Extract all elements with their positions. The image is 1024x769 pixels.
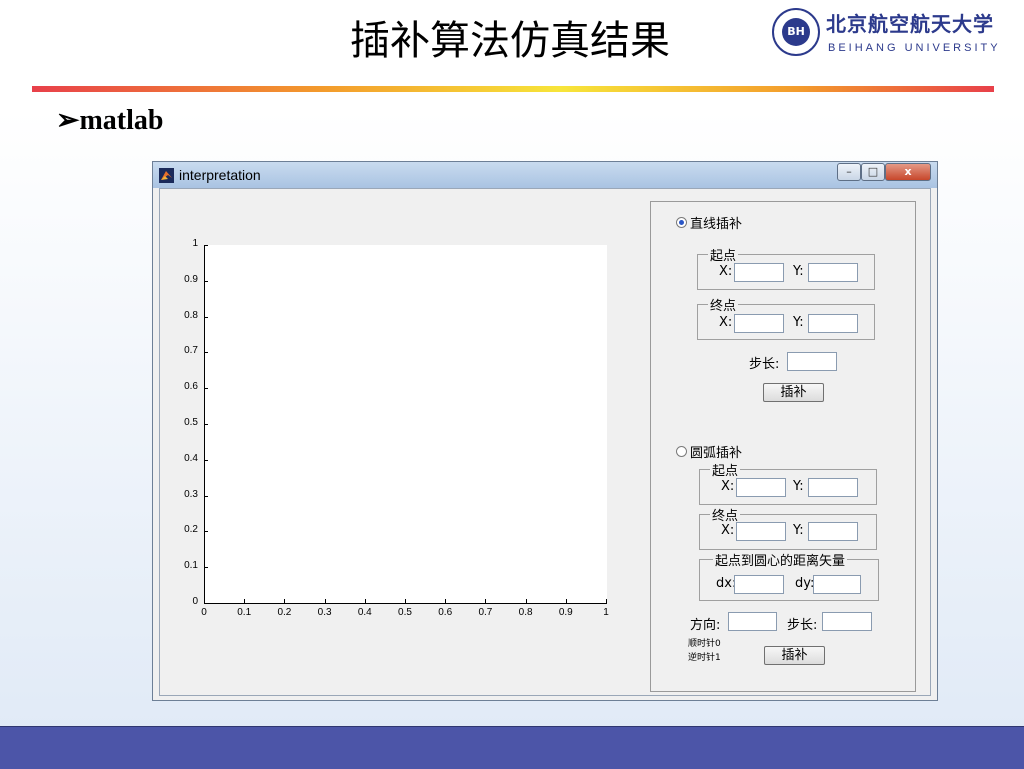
x-tick-label: 0.9 [558, 607, 573, 618]
y-tick-mark [204, 245, 208, 246]
arc-start-x-input[interactable] [736, 478, 786, 497]
line-interpolate-button[interactable]: 插补 [763, 383, 824, 402]
arc-end-x-input[interactable] [736, 522, 786, 541]
line-start-y-label: Y: [793, 264, 804, 279]
x-tick-mark [565, 599, 567, 603]
x-tick-mark [284, 599, 286, 603]
y-tick-label: 0.7 [184, 345, 198, 357]
arc-end-y-input[interactable] [808, 522, 858, 541]
arc-cw-hint: 顺时针0 [688, 639, 721, 649]
slide-title: 插补算法仿真结果 [350, 18, 670, 64]
minimize-button[interactable]: – [837, 163, 861, 181]
line-step-label: 步长: [749, 357, 780, 372]
y-tick-mark [204, 495, 208, 497]
line-end-x-label: X: [719, 315, 733, 330]
arc-vector-legend: 起点到圆心的距离矢量 [713, 550, 848, 569]
y-tick-mark [204, 531, 208, 533]
line-start-x-input[interactable] [734, 263, 784, 282]
y-tick-mark [204, 459, 208, 461]
matlab-logo-icon [159, 168, 174, 183]
bullet-heading: ➢matlab [56, 105, 164, 136]
arc-dx-input[interactable] [734, 575, 784, 594]
logo-chinese-name: 北京航空航天大学 [826, 12, 994, 36]
y-tick-label: 0.2 [184, 524, 198, 536]
y-tick-mark [204, 352, 208, 354]
y-tick-mark [204, 280, 208, 282]
y-tick-label: 0.4 [184, 452, 198, 464]
x-tick-label: 0.2 [277, 607, 292, 618]
y-tick-label: 1 [192, 238, 198, 249]
arc-end-y-label: Y: [793, 523, 804, 538]
x-tick-label: 0.6 [438, 607, 453, 618]
arc-start-y-input[interactable] [808, 478, 858, 497]
arc-interpolate-button[interactable]: 插补 [764, 646, 825, 665]
y-tick-mark [204, 424, 208, 425]
arc-direction-input[interactable] [728, 612, 777, 631]
arc-step-input[interactable] [822, 612, 872, 631]
x-tick-mark [405, 599, 406, 603]
x-tick-mark [525, 599, 527, 603]
arc-start-x-label: X: [721, 479, 735, 494]
x-tick-label: 0.7 [478, 607, 493, 618]
arc-dy-label: dy: [795, 576, 815, 591]
maximize-button[interactable]: □ [861, 163, 885, 181]
line-step-input[interactable] [787, 352, 837, 371]
x-tick-label: 0.5 [398, 607, 412, 618]
line-start-x-label: X: [719, 264, 733, 279]
window-titlebar[interactable]: interpretation – □ x [153, 162, 937, 188]
logo-english-name: BEIHANG UNIVERSITY [828, 42, 1001, 54]
arc-direction-label: 方向: [690, 618, 721, 633]
x-tick-label: 0.8 [518, 607, 533, 618]
y-tick-label: 0.5 [184, 417, 198, 428]
line-start-y-input[interactable] [808, 263, 858, 282]
y-tick-label: 0.3 [184, 488, 198, 500]
x-tick-label: 1 [603, 607, 609, 618]
x-tick-mark [445, 599, 447, 603]
y-tick-label: 0.9 [184, 273, 198, 285]
line-radio-label: 直线插补 [690, 217, 743, 232]
plot-axes[interactable] [204, 245, 607, 604]
y-tick-mark [204, 316, 208, 318]
line-start-legend: 起点 [708, 245, 739, 264]
x-tick-mark [324, 599, 326, 603]
y-tick-mark [204, 567, 208, 569]
arc-ccw-hint: 逆时针1 [688, 653, 721, 663]
slide-footer-bar [0, 726, 1024, 769]
arc-start-legend: 起点 [710, 460, 741, 479]
x-tick-mark [364, 599, 366, 603]
line-end-x-input[interactable] [734, 314, 784, 333]
x-tick-label: 0.3 [317, 607, 332, 618]
y-tick-label: 0.6 [184, 381, 198, 393]
close-button[interactable]: x [885, 163, 931, 181]
x-tick-label: 0 [201, 607, 207, 618]
x-tick-label: 0.4 [357, 607, 372, 618]
x-tick-mark [244, 599, 246, 603]
arc-end-x-label: X: [721, 523, 735, 538]
university-logo: BH 北京航空航天大学 BEIHANG UNIVERSITY [772, 6, 1012, 62]
x-tick-mark [204, 599, 205, 603]
y-tick-label: 0 [192, 596, 198, 607]
arc-radio-label: 圆弧插补 [690, 446, 743, 461]
arc-start-y-label: Y: [793, 479, 804, 494]
line-end-y-label: Y: [793, 315, 804, 330]
arc-step-label: 步长: [787, 618, 818, 633]
x-tick-mark [606, 599, 607, 603]
university-seal-icon: BH [772, 8, 820, 56]
x-tick-label: 0.1 [237, 607, 252, 618]
y-tick-mark [204, 388, 208, 390]
window-title: interpretation [179, 167, 261, 183]
line-radio[interactable] [676, 217, 687, 228]
arc-radio[interactable] [676, 446, 687, 457]
y-tick-mark [204, 603, 208, 604]
arc-dy-input[interactable] [813, 575, 861, 594]
y-tick-label: 0.8 [184, 309, 198, 321]
line-end-legend: 终点 [708, 295, 739, 314]
y-tick-label: 0.1 [184, 560, 198, 572]
x-tick-mark [485, 599, 487, 603]
header-divider [32, 86, 994, 92]
line-end-y-input[interactable] [808, 314, 858, 333]
